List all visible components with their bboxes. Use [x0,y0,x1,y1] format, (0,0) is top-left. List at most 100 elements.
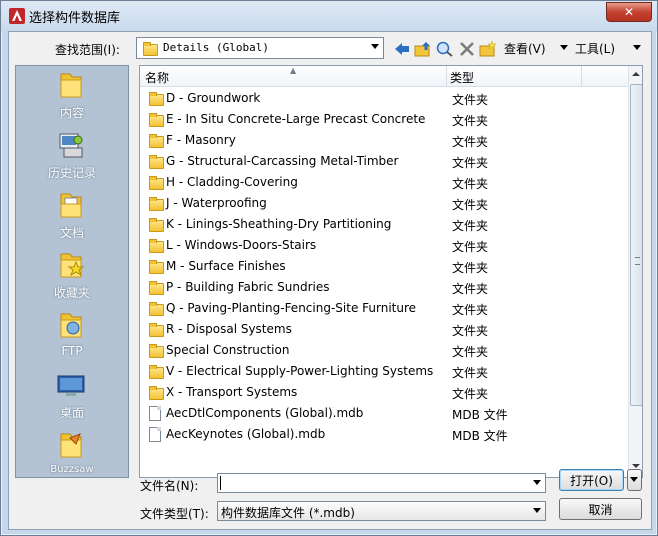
chevron-down-icon [533,508,541,513]
folder-icon [149,260,164,274]
folder-icon [149,323,164,337]
item-type: 文件夹 [452,135,489,149]
new-folder-icon[interactable] [479,41,497,57]
item-type: 文件夹 [452,219,489,233]
list-item-folder[interactable]: D - Groundwork 文件夹 [140,88,628,109]
file-icon [149,406,161,421]
list-item-folder[interactable]: V - Electrical Supply-Power-Lighting Sys… [140,361,628,382]
list-item-folder[interactable]: P - Building Fabric Sundries 文件夹 [140,277,628,298]
list-item-folder[interactable]: L - Windows-Doors-Stairs 文件夹 [140,235,628,256]
view-menu[interactable]: 查看(V) [504,40,546,57]
search-web-icon[interactable] [436,41,454,57]
list-item-folder[interactable]: X - Transport Systems 文件夹 [140,382,628,403]
item-name: E - In Situ Concrete-Large Precast Concr… [166,112,426,126]
title-bar[interactable]: 选择构件数据库 ✕ [1,1,657,31]
place-favorites[interactable]: 收藏夹 [16,246,128,306]
list-item-folder[interactable]: J - Waterproofing 文件夹 [140,193,628,214]
list-item-folder[interactable]: F - Masonry 文件夹 [140,130,628,151]
lookin-label: 查找范围(I): [55,43,120,57]
folder-content-icon [60,73,82,98]
item-type: 文件夹 [452,282,489,296]
item-type: 文件夹 [452,114,489,128]
open-button[interactable]: 打开(O) [559,469,624,491]
list-item-folder[interactable]: M - Surface Finishes 文件夹 [140,256,628,277]
item-name: G - Structural-Carcassing Metal-Timber [166,154,399,168]
column-header-type[interactable]: 类型 [450,69,474,86]
chevron-down-icon [630,477,638,482]
list-item-folder[interactable]: G - Structural-Carcassing Metal-Timber 文件… [140,151,628,172]
item-type: 文件夹 [452,303,489,317]
autocad-app-icon [9,8,25,24]
item-name: D - Groundwork [166,91,261,105]
item-name: P - Building Fabric Sundries [166,280,330,294]
item-type: 文件夹 [452,387,489,401]
folder-icon [149,281,164,295]
filetype-label: 文件类型(T): [140,507,209,521]
open-button-label: 打开(O) [570,474,613,488]
item-name: L - Windows-Doors-Stairs [166,238,317,252]
file-list[interactable]: ▲ 名称 类型 D - Groundwork 文件夹 E - In Situ Con… [139,65,643,478]
list-item-folder[interactable]: Q - Paving-Planting-Fencing-Site Furnitu… [140,298,628,319]
list-item-folder[interactable]: H - Cladding-Covering 文件夹 [140,172,628,193]
place-buzzsaw[interactable]: Buzzsaw [16,426,128,486]
item-name: M - Surface Finishes [166,259,286,273]
delete-icon[interactable] [458,41,476,57]
item-type: 文件夹 [452,240,489,254]
place-desktop[interactable]: 桌面 [16,366,128,426]
item-name: V - Electrical Supply-Power-Lighting Sys… [166,364,434,378]
up-folder-icon[interactable] [414,41,432,57]
folder-icon [149,113,164,127]
history-icon [59,133,83,158]
folder-icon [149,134,164,148]
item-name: F - Masonry [166,133,236,147]
vertical-scrollbar[interactable] [628,66,642,477]
filename-label: 文件名(N): [140,479,199,493]
column-header-name[interactable]: 名称 [145,69,169,86]
open-options-button[interactable] [627,469,642,491]
item-type: 文件夹 [452,156,489,170]
place-ftp[interactable]: FTP [16,306,128,366]
column-divider[interactable] [446,66,447,86]
cancel-button[interactable]: 取消 [559,498,642,520]
folder-icon [149,302,164,316]
item-type: 文件夹 [452,345,489,359]
chevron-down-icon [371,44,379,49]
list-item-file[interactable]: AecKeynotes (Global).mdb MDB 文件 [140,424,628,445]
place-history[interactable]: 历史记录 [16,126,128,186]
scroll-thumb[interactable] [630,84,642,406]
back-icon[interactable] [393,41,411,57]
place-content[interactable]: 内容 [16,66,128,126]
folder-icon [149,218,164,232]
item-name: K - Linings-Sheathing-Dry Partitioning [166,217,392,231]
documents-icon [60,193,82,218]
item-type: MDB 文件 [452,408,508,422]
tools-dropdown-icon [633,45,641,50]
item-type: 文件夹 [452,177,489,191]
buzzsaw-icon [60,433,82,458]
list-item-folder[interactable]: R - Disposal Systems 文件夹 [140,319,628,340]
column-divider[interactable] [581,66,582,86]
folder-icon [149,344,164,358]
item-type: 文件夹 [452,93,489,107]
place-documents[interactable]: 文档 [16,186,128,246]
scroll-down-icon[interactable] [632,464,640,468]
lookin-combobox[interactable]: Details (Global) [136,37,384,59]
folder-icon [149,155,164,169]
list-item-file[interactable]: AecDtlComponents (Global).mdb MDB 文件 [140,403,628,424]
item-name: Special Construction [166,343,290,357]
scroll-up-icon[interactable] [632,72,640,76]
filetype-combobox[interactable]: 构件数据库文件 (*.mdb) [217,501,546,521]
close-button[interactable]: ✕ [606,2,652,22]
item-name: R - Disposal Systems [166,322,292,336]
tools-menu[interactable]: 工具(L) [575,40,615,57]
window-title: 选择构件数据库 [29,11,121,26]
list-item-folder[interactable]: E - In Situ Concrete-Large Precast Concr… [140,109,628,130]
filename-combobox[interactable] [217,473,546,493]
text-caret [220,476,221,490]
cancel-button-label: 取消 [588,503,613,517]
dialog-body: 查找范围(I): Details (Global) 查看(V) 工具(L) 内容… [8,31,652,530]
grip-icon [635,257,640,265]
list-item-folder[interactable]: K - Linings-Sheathing-Dry Partitioning 文件… [140,214,628,235]
list-item-folder[interactable]: Special Construction 文件夹 [140,340,628,361]
folder-icon [149,197,164,211]
